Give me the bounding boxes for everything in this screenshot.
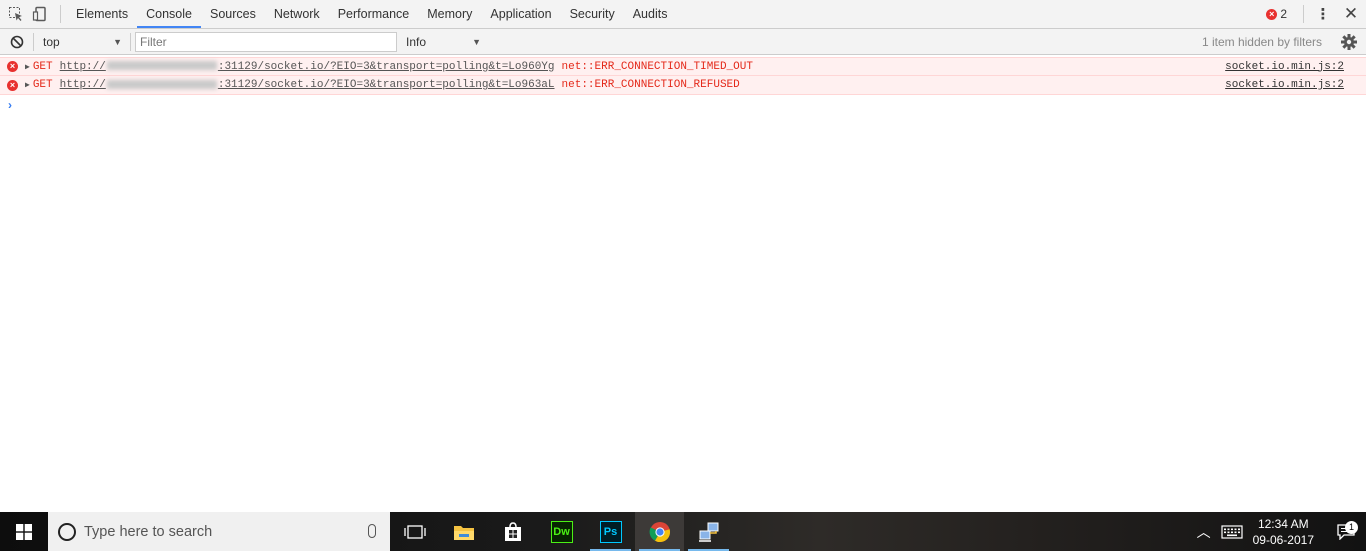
error-icon: × — [1266, 8, 1278, 20]
network-app-button[interactable] — [684, 512, 733, 551]
request-method: GET — [32, 79, 53, 91]
chevron-up-icon[interactable]: ︿ — [1197, 522, 1211, 542]
console-messages: × ▶ GET http:// :31129/socket.io/?EIO=3&t… — [0, 57, 1366, 95]
console-toolbar: top ▼ Info ▼ 1 item hidden by filters — [0, 29, 1366, 55]
notification-count: 1 — [1345, 520, 1358, 534]
devtools-tabbar: Elements Console Sources Network Perform… — [0, 0, 1366, 29]
clear-console-button[interactable] — [0, 29, 33, 55]
more-options-icon[interactable]: ⋮ — [1310, 5, 1336, 23]
request-url-link[interactable]: http:// :31129/socket.io/?EIO=3&transport… — [60, 79, 555, 91]
clear-console-icon — [10, 35, 23, 48]
tab-application[interactable]: Application — [481, 0, 560, 28]
taskbar-search-box[interactable]: Type here to search — [48, 512, 390, 551]
chrome-icon — [649, 521, 670, 542]
redacted-host — [106, 79, 217, 89]
start-button[interactable] — [0, 512, 48, 551]
toolbar-separator — [130, 32, 131, 51]
console-error-row[interactable]: × ▶ GET http:// :31129/socket.io/?EIO=3&t… — [0, 57, 1366, 76]
store-button[interactable] — [488, 512, 537, 551]
clock-time: 12:34 AM — [1257, 516, 1309, 531]
redacted-host — [106, 61, 217, 71]
request-method: GET — [32, 60, 53, 73]
error-icon: × — [7, 61, 18, 72]
filter-input[interactable] — [135, 31, 397, 52]
chevron-down-icon: ▼ — [113, 36, 122, 47]
store-bag-icon — [504, 521, 521, 541]
error-count-badge[interactable]: × 2 — [1266, 7, 1287, 21]
action-center-button[interactable]: 1 — [1326, 520, 1366, 540]
error-text: net::ERR_CONNECTION_REFUSED — [561, 79, 740, 91]
log-level-selector[interactable]: Info ▼ — [406, 29, 481, 55]
tab-audits[interactable]: Audits — [624, 0, 677, 28]
error-count: 2 — [1280, 7, 1287, 21]
system-tray: ︿ 12:34 AM 09-06-2017 1 — [1197, 512, 1366, 551]
tab-memory[interactable]: Memory — [418, 0, 481, 28]
console-error-row[interactable]: × ▶ GET http:// :31129/socket.io/?EIO=3&t… — [0, 76, 1366, 95]
expand-triangle-icon[interactable]: ▶ — [25, 62, 30, 72]
clock-date: 09-06-2017 — [1252, 532, 1314, 547]
inspect-element-icon[interactable] — [4, 0, 28, 28]
gear-icon[interactable] — [1340, 33, 1358, 51]
windows-taskbar: Type here to search Dw Ps ︿ 12:34 AM 09-… — [0, 512, 1366, 551]
taskbar-clock[interactable]: 12:34 AM 09-06-2017 — [1253, 516, 1314, 548]
error-icon: × — [7, 79, 18, 91]
photoshop-button[interactable]: Ps — [586, 512, 635, 551]
hidden-items-note: 1 item hidden by filters — [1201, 34, 1322, 49]
console-prompt[interactable]: › — [8, 98, 12, 112]
request-url-link[interactable]: http:// :31129/socket.io/?EIO=3&transport… — [60, 61, 555, 73]
context-selector[interactable]: top ▼ — [34, 29, 130, 55]
tab-console[interactable]: Console — [137, 0, 201, 28]
photoshop-icon: Ps — [599, 520, 622, 543]
tabbar-right-controls: × 2 ⋮ ✕ — [1266, 0, 1366, 28]
search-placeholder: Type here to search — [84, 523, 213, 540]
tab-performance[interactable]: Performance — [329, 0, 419, 28]
microphone-icon[interactable] — [368, 524, 376, 538]
source-link[interactable]: socket.io.min.js:2 — [1225, 61, 1344, 73]
error-text: net::ERR_CONNECTION_TIMED_OUT — [561, 60, 753, 73]
url-suffix: :31129/socket.io/?EIO=3&transport=pollin… — [217, 79, 555, 91]
tabbar-separator-right — [1303, 5, 1304, 23]
tab-sources[interactable]: Sources — [201, 0, 265, 28]
tabbar-separator — [60, 5, 61, 23]
url-prefix: http:// — [59, 79, 106, 91]
devtools-window: Elements Console Sources Network Perform… — [0, 0, 1366, 551]
file-explorer-button[interactable] — [439, 512, 488, 551]
context-selector-value: top — [43, 34, 60, 49]
url-suffix: :31129/socket.io/?EIO=3&transport=pollin… — [217, 60, 555, 73]
source-link[interactable]: socket.io.min.js:2 — [1225, 79, 1344, 91]
keyboard-icon[interactable] — [1221, 524, 1243, 539]
close-icon[interactable]: ✕ — [1336, 4, 1366, 24]
windows-logo-icon — [16, 523, 32, 540]
tab-elements[interactable]: Elements — [67, 0, 137, 28]
chrome-button[interactable] — [635, 512, 684, 551]
folder-icon — [453, 525, 474, 540]
chevron-down-icon: ▼ — [472, 36, 481, 47]
url-prefix: http:// — [59, 60, 106, 73]
log-level-value: Info — [406, 34, 427, 49]
cortana-icon — [58, 522, 76, 541]
task-view-button[interactable] — [390, 512, 439, 551]
dreamweaver-icon: Dw — [550, 520, 573, 543]
task-view-icon — [403, 524, 426, 539]
device-toolbar-icon[interactable] — [28, 0, 52, 28]
tab-security[interactable]: Security — [561, 0, 624, 28]
expand-triangle-icon[interactable]: ▶ — [25, 80, 30, 90]
panel-tabs: Elements Console Sources Network Perform… — [67, 0, 676, 28]
network-computers-icon — [698, 522, 718, 542]
dreamweaver-button[interactable]: Dw — [537, 512, 586, 551]
tab-network[interactable]: Network — [265, 0, 329, 28]
